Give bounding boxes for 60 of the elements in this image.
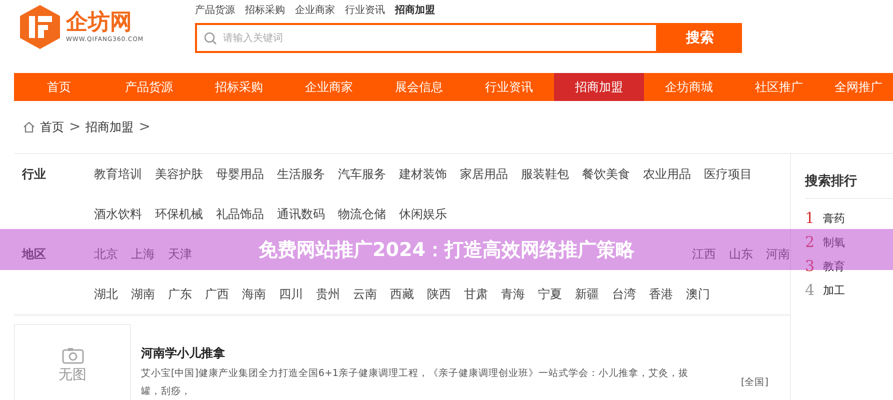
filter-option[interactable]: 物流仓储 bbox=[338, 206, 386, 222]
filter-option[interactable]: 广东 bbox=[168, 286, 192, 302]
filter-option[interactable]: 餐饮美食 bbox=[582, 166, 630, 182]
listing-region: [全国] bbox=[741, 376, 768, 389]
filter-option[interactable]: 湖北 bbox=[94, 286, 118, 302]
filter-option[interactable]: 甘肃 bbox=[464, 286, 488, 302]
camera-icon bbox=[62, 346, 84, 364]
top-link[interactable]: 产品货源 bbox=[195, 3, 235, 17]
filter-option[interactable]: 医疗项目 bbox=[704, 166, 752, 182]
filter-option[interactable]: 建材装饰 bbox=[399, 166, 447, 182]
filter-option[interactable]: 西藏 bbox=[390, 286, 414, 302]
filter-label: 地区 bbox=[20, 246, 47, 262]
filter-option[interactable]: 生活服务 bbox=[277, 166, 325, 182]
filter-option[interactable]: 湖南 bbox=[131, 286, 155, 302]
filter-label: 行业 bbox=[20, 166, 47, 182]
breadcrumb-link[interactable]: 招商加盟 bbox=[86, 118, 134, 136]
ranking-item[interactable]: 2 制氧 bbox=[805, 233, 893, 251]
filter-option[interactable]: 环保机械 bbox=[155, 206, 203, 222]
breadcrumb-separator: > bbox=[69, 119, 81, 135]
logo-name: 企坊网 bbox=[66, 10, 133, 36]
breadcrumb-link[interactable]: 首页 bbox=[40, 118, 64, 136]
filter-option[interactable]: 云南 bbox=[353, 286, 377, 302]
home-icon bbox=[23, 121, 35, 133]
filter-option[interactable]: 四川 bbox=[279, 286, 303, 302]
filter-option[interactable]: 广西 bbox=[205, 286, 229, 302]
filter-option[interactable]: 贵州 bbox=[316, 286, 340, 302]
filter-option[interactable]: 台湾 bbox=[612, 286, 636, 302]
top-link[interactable]: 企业商家 bbox=[295, 3, 335, 17]
ranking-title: 搜索排行 bbox=[805, 164, 893, 199]
filter-option[interactable]: 礼品饰品 bbox=[216, 206, 264, 222]
listing-title[interactable]: 河南学小儿推拿 bbox=[141, 346, 225, 360]
search-icon bbox=[204, 32, 217, 45]
filter-option[interactable]: 服装鞋包 bbox=[521, 166, 569, 182]
filter-option[interactable]: 教育培训 bbox=[94, 166, 142, 182]
nav-item[interactable]: 招商加盟 bbox=[554, 73, 644, 101]
top-link[interactable]: 招商加盟 bbox=[395, 3, 435, 17]
filter-option[interactable]: 香港 bbox=[649, 286, 673, 302]
image-placeholder-label: 无图 bbox=[58, 366, 86, 384]
ranking-item[interactable]: 4 加工 bbox=[805, 281, 893, 299]
top-link[interactable]: 招标采购 bbox=[245, 3, 285, 17]
ranking-item[interactable]: 1 膏药 bbox=[805, 209, 893, 227]
filter-option[interactable]: 澳门 bbox=[686, 286, 710, 302]
search-field[interactable]: 请输入关键词 bbox=[195, 23, 658, 53]
filter-option[interactable]: 通讯数码 bbox=[277, 206, 325, 222]
filter-option[interactable]: 汽车服务 bbox=[338, 166, 386, 182]
listing-description: 艾小宝[中国]健康产业集团全力打造全国6+1亲子健康调理工程，《亲子健康调理创业班》一站式学会：小儿推拿，艾灸，拔罐，刮痧， bbox=[141, 367, 690, 399]
filter-option[interactable]: 青海 bbox=[501, 286, 525, 302]
filter-option[interactable]: 新疆 bbox=[575, 286, 599, 302]
breadcrumb-separator: > bbox=[138, 119, 150, 135]
filter-option[interactable]: 家居用品 bbox=[460, 166, 508, 182]
filter-option[interactable]: 母婴用品 bbox=[216, 166, 264, 182]
filter-option[interactable]: 海南 bbox=[242, 286, 266, 302]
logo-icon bbox=[18, 4, 62, 50]
filter-option[interactable]: 陕西 bbox=[427, 286, 451, 302]
filter-option[interactable]: 酒水饮料 bbox=[94, 206, 142, 222]
filter-option[interactable]: 休闲娱乐 bbox=[399, 206, 447, 222]
filter-option[interactable]: 宁夏 bbox=[538, 286, 562, 302]
filter-option[interactable]: 美容护肤 bbox=[155, 166, 203, 182]
filter-option[interactable]: 农业用品 bbox=[643, 166, 691, 182]
top-link[interactable]: 行业资讯 bbox=[345, 3, 385, 17]
